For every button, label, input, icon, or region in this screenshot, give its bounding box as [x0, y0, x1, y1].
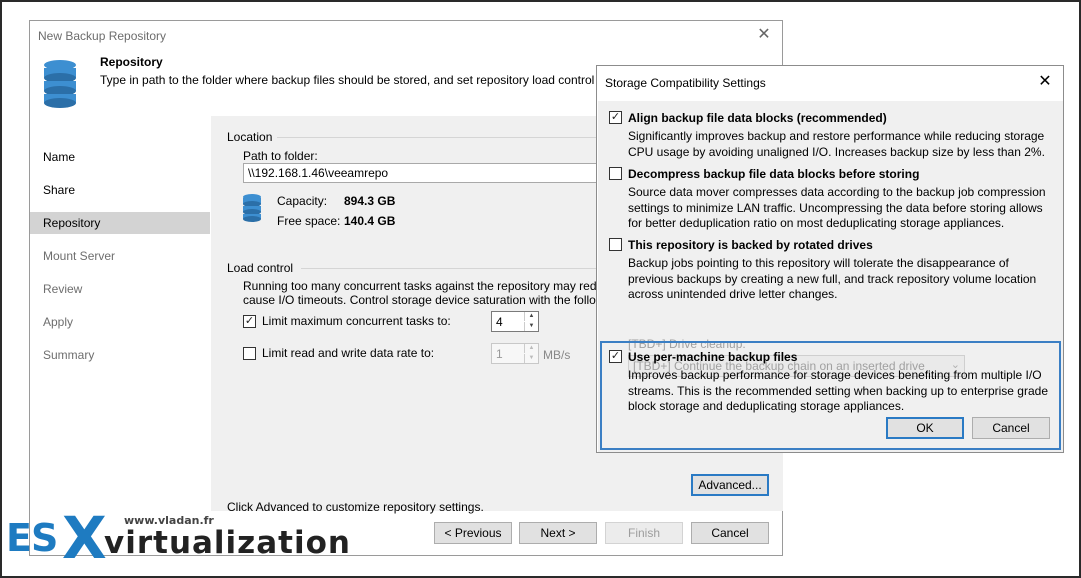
drive-cleanup-label: [TBD+] Drive cleanup: — [628, 337, 746, 351]
data-rate-stepper: 1 ▲ ▼ — [491, 343, 539, 364]
nav-item-apply: Apply — [43, 315, 74, 329]
align-blocks-desc: Significantly improves backup and restor… — [628, 129, 1045, 159]
storage-compatibility-dialog: Storage Compatibility Settings ✕ ✓ Align… — [596, 65, 1064, 453]
path-label: Path to folder: — [243, 149, 318, 163]
spin-up-icon: ▲ — [524, 344, 538, 353]
capacity-label: Capacity: — [277, 194, 328, 208]
path-to-folder-input[interactable]: \\192.168.1.46\veeamrepo — [243, 163, 623, 183]
spin-up-icon[interactable]: ▲ — [524, 312, 538, 321]
limit-rate-label: Limit read and write data rate to: — [262, 346, 435, 360]
decompress-title: Decompress backup file data blocks befor… — [628, 167, 920, 181]
page-description: Type in path to the folder where backup … — [100, 73, 595, 87]
close-icon[interactable]: ✕ — [1035, 72, 1055, 92]
load-control-desc-line2: cause I/O timeouts. Control storage devi… — [243, 293, 596, 307]
logo-url-text: www.vladan.fr — [124, 514, 214, 527]
spin-down-icon: ▼ — [524, 354, 538, 363]
decompress-desc: Source data mover compresses data accord… — [628, 185, 1046, 230]
rotated-drives-checkbox[interactable] — [609, 238, 622, 251]
decompress-checkbox[interactable] — [609, 167, 622, 180]
spin-down-icon[interactable]: ▼ — [524, 322, 538, 331]
cancel-button[interactable]: Cancel — [691, 522, 769, 544]
dialog-body: ✓ Align backup file data blocks (recomme… — [598, 101, 1063, 452]
ok-button[interactable]: OK — [886, 417, 964, 439]
close-icon[interactable]: ✕ — [754, 25, 774, 45]
capacity-value: 894.3 GB — [344, 194, 396, 208]
limit-rate-checkbox[interactable] — [243, 347, 256, 360]
concurrent-tasks-stepper[interactable]: 4 ▲ ▼ — [491, 311, 539, 332]
per-machine-desc: Improves backup performance for storage … — [628, 368, 1048, 413]
logo-virtualization-text: virtualization — [104, 525, 351, 561]
rate-unit-label: MB/s — [543, 348, 571, 362]
limit-tasks-checkbox[interactable]: ✓ — [243, 315, 256, 328]
database-icon — [44, 60, 76, 108]
logo-es-text: ES — [6, 516, 58, 560]
concurrent-tasks-value: 4 — [496, 315, 503, 329]
load-control-section-label: Load control — [227, 261, 294, 275]
section-divider — [277, 137, 627, 138]
window-title: New Backup Repository — [38, 29, 167, 43]
advanced-button[interactable]: Advanced... — [691, 474, 769, 496]
page-title: Repository — [100, 55, 163, 69]
dialog-title: Storage Compatibility Settings — [605, 76, 766, 90]
section-divider — [301, 268, 627, 269]
nav-item-repository[interactable]: Repository — [30, 212, 210, 234]
load-control-desc-line1: Running too many concurrent tasks agains… — [243, 279, 597, 293]
free-space-value: 140.4 GB — [344, 214, 396, 228]
limit-tasks-label: Limit maximum concurrent tasks to: — [262, 314, 451, 328]
free-space-label: Free space: — [277, 214, 341, 228]
finish-button: Finish — [605, 522, 683, 544]
esx-virtualization-logo: ES X virtualization www.vladan.fr — [4, 504, 351, 576]
load-control-description: Running too many concurrent tasks agains… — [243, 279, 623, 307]
nav-item-mount-server: Mount Server — [43, 249, 116, 263]
storage-icon — [243, 194, 261, 222]
align-blocks-title: Align backup file data blocks (recommend… — [628, 111, 887, 125]
nav-item-share[interactable]: Share — [30, 179, 210, 201]
rotated-drives-title: This repository is backed by rotated dri… — [628, 238, 873, 252]
next-button[interactable]: Next > — [519, 522, 597, 544]
dialog-cancel-button[interactable]: Cancel — [972, 417, 1050, 439]
nav-item-summary: Summary — [43, 348, 95, 362]
data-rate-value: 1 — [496, 347, 503, 361]
per-machine-checkbox[interactable]: ✓ — [609, 350, 622, 363]
wizard-nav: Name Share Repository Mount Server Revie… — [30, 116, 211, 536]
nav-item-review: Review — [43, 282, 83, 296]
rotated-drives-desc: Backup jobs pointing to this repository … — [628, 256, 1037, 301]
location-section-label: Location — [227, 130, 273, 144]
previous-button[interactable]: < Previous — [434, 522, 512, 544]
nav-item-name[interactable]: Name — [30, 146, 210, 168]
logo-x-text: X — [62, 504, 107, 572]
align-blocks-checkbox[interactable]: ✓ — [609, 111, 622, 124]
per-machine-title: Use per-machine backup files — [628, 350, 798, 364]
